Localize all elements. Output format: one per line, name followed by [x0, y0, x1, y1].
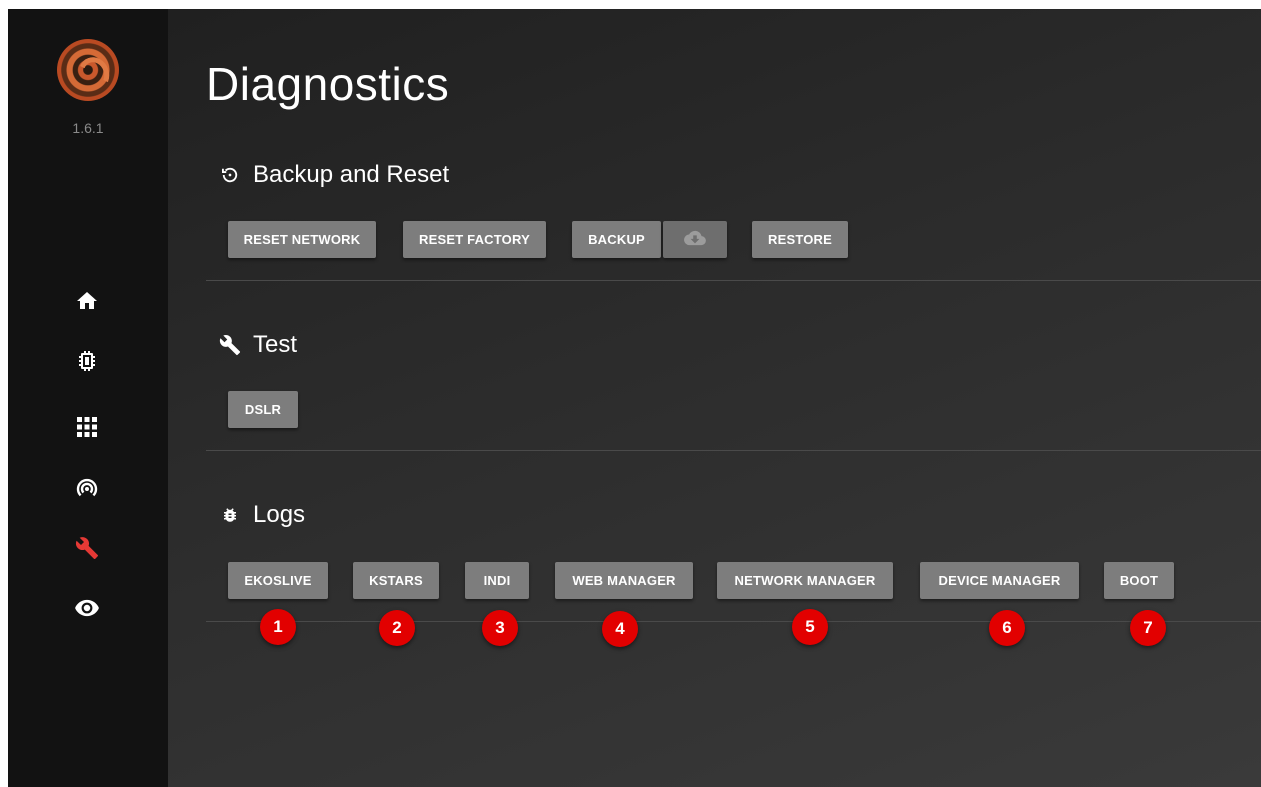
bug-icon [219, 504, 241, 526]
web-manager-log-button[interactable]: WEB MANAGER [555, 562, 693, 599]
number-badge: 6 [989, 610, 1025, 646]
number-badge: 3 [482, 610, 518, 646]
section-title: Logs [253, 501, 306, 528]
reset-network-button[interactable]: RESET NETWORK [228, 221, 376, 258]
section-backup-reset: Backup and Reset [219, 161, 449, 189]
home-icon[interactable] [74, 288, 100, 314]
restore-icon [219, 164, 241, 186]
network-manager-log-button[interactable]: NETWORK MANAGER [717, 562, 893, 599]
section-title: Backup and Reset [253, 161, 450, 188]
kstars-log-button[interactable]: KSTARS [353, 562, 439, 599]
sidebar: 1.6.1 [8, 9, 168, 787]
app-logo [57, 39, 119, 101]
apps-grid-icon[interactable] [74, 414, 100, 440]
broadcast-icon[interactable] [74, 476, 100, 502]
device-manager-log-button[interactable]: DEVICE MANAGER [920, 562, 1079, 599]
section-title: Test [253, 331, 298, 358]
number-badge: 4 [602, 611, 638, 647]
divider [206, 450, 1261, 451]
section-test: Test [219, 331, 297, 359]
app-window: 1.6.1 Diagnostics Backup and Reset RESET… [8, 9, 1261, 787]
number-badge: 7 [1130, 610, 1166, 646]
number-badge: 1 [260, 609, 296, 645]
cloud-download-button[interactable] [663, 221, 727, 258]
app-version: 1.6.1 [72, 120, 104, 136]
restore-button[interactable]: RESTORE [752, 221, 848, 258]
divider [206, 280, 1261, 281]
divider [206, 621, 1261, 622]
dslr-button[interactable]: DSLR [228, 391, 298, 428]
reset-factory-button[interactable]: RESET FACTORY [403, 221, 546, 258]
cloud-download-icon [684, 230, 706, 249]
boot-log-button[interactable]: BOOT [1104, 562, 1174, 599]
indi-log-button[interactable]: INDI [465, 562, 529, 599]
eye-icon[interactable] [74, 595, 100, 621]
wrench-icon[interactable] [74, 535, 100, 561]
ekoslive-log-button[interactable]: EKOSLIVE [228, 562, 328, 599]
section-logs: Logs [219, 501, 305, 529]
page-title: Diagnostics [206, 58, 450, 110]
chip-icon[interactable] [74, 348, 100, 374]
number-badge: 2 [379, 610, 415, 646]
number-badge: 5 [792, 609, 828, 645]
backup-button[interactable]: BACKUP [572, 221, 661, 258]
wrench-icon [219, 334, 241, 356]
main-content: Diagnostics Backup and Reset RESET NETWO… [168, 9, 1261, 787]
